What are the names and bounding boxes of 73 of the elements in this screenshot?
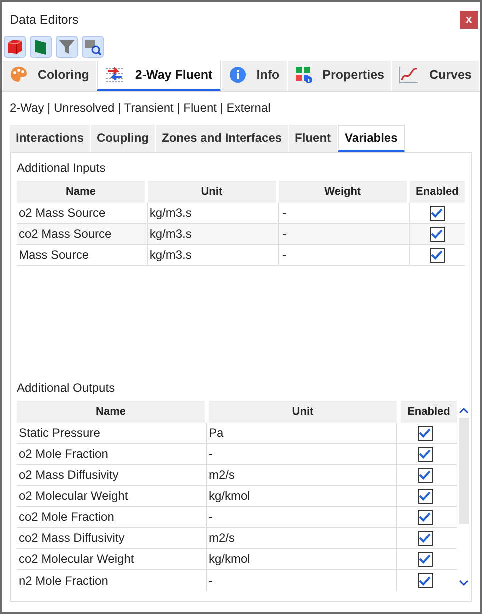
subtab[interactable]: Coupling — [91, 125, 155, 152]
table-cell: kg/m3.s — [148, 245, 279, 265]
subtab[interactable]: Variables — [338, 125, 405, 152]
subtab[interactable]: Zones and Interfaces — [156, 125, 288, 152]
column-header: Unit — [148, 181, 276, 203]
toolbar-button[interactable] — [56, 36, 78, 58]
checkbox[interactable] — [430, 206, 445, 220]
table-cell: co2 Molecular Weight — [17, 549, 207, 569]
table-cell: - — [278, 245, 410, 265]
tab[interactable]: Properties — [288, 61, 392, 91]
checkbox[interactable] — [418, 446, 432, 462]
table-cell: n2 Mole Fraction — [17, 570, 207, 591]
column-header: Name — [17, 401, 205, 423]
toolbar-button[interactable] — [30, 36, 52, 58]
tab[interactable]: Curves — [392, 61, 479, 91]
checkbox[interactable] — [418, 488, 432, 504]
table-cell: - — [278, 224, 410, 244]
table-cell: Pa — [207, 423, 397, 443]
table-cell: kg/kmol — [207, 549, 397, 569]
checkbox[interactable] — [418, 510, 432, 524]
tab[interactable]: 2-Way Fluent — [97, 61, 221, 91]
table-cell: Mass Source — [17, 245, 148, 265]
table-cell: m2/s — [207, 465, 397, 485]
exchange-icon — [105, 66, 126, 84]
table-cell: o2 Molecular Weight — [17, 486, 207, 506]
column-header: Name — [17, 181, 145, 203]
toolbar-button[interactable] — [82, 36, 104, 58]
checkbox[interactable] — [418, 426, 432, 440]
chart-icon — [399, 66, 420, 84]
summary-text: 2-Way | Unresolved | Transient | Fluent | External — [9, 100, 272, 117]
table-cell: Static Pressure — [17, 423, 207, 443]
table-cell: kg/m3.s — [148, 203, 279, 223]
table-cell: - — [207, 570, 397, 591]
table-cell: co2 Mass Source — [17, 224, 148, 244]
table-cell: kg/kmol — [207, 486, 397, 506]
subtab[interactable]: Fluent — [289, 125, 338, 152]
scrollbar-thumb[interactable] — [459, 418, 469, 524]
scroll-up-icon[interactable] — [459, 407, 469, 415]
table-cell: o2 Mass Source — [17, 203, 148, 223]
table-cell: - — [207, 444, 397, 464]
column-header: Weight — [278, 181, 407, 203]
table-cell: - — [207, 507, 397, 527]
palette-icon — [10, 66, 28, 84]
search-icon — [84, 38, 102, 56]
filter-icon — [58, 38, 76, 56]
checkbox[interactable] — [430, 248, 445, 262]
table-cell: co2 Mass Diffusivity — [17, 528, 207, 548]
table-cell: m2/s — [207, 528, 397, 548]
grid-icon — [294, 66, 313, 84]
subtab[interactable]: Interactions — [10, 125, 90, 152]
cube-icon — [6, 38, 24, 56]
section-title: Additional Outputs — [17, 380, 116, 397]
table-cell: o2 Mass Diffusivity — [17, 465, 207, 485]
info-icon — [228, 66, 247, 84]
scroll-down-icon[interactable] — [459, 579, 469, 587]
table-cell: co2 Mole Fraction — [17, 507, 207, 527]
checkbox[interactable] — [418, 530, 432, 546]
window-title: Data Editors — [10, 12, 79, 29]
table-cell: kg/m3.s — [148, 224, 279, 244]
close-button[interactable]: x — [460, 11, 478, 29]
tab[interactable]: Info — [222, 61, 287, 91]
checkbox[interactable] — [418, 573, 432, 588]
column-header: Enabled — [410, 181, 465, 203]
checkbox[interactable] — [418, 552, 432, 566]
tab[interactable]: Coloring — [3, 61, 96, 91]
checkbox[interactable] — [418, 468, 432, 482]
column-header: Enabled — [401, 401, 457, 423]
toolbar-button[interactable] — [4, 36, 26, 58]
checkbox[interactable] — [430, 226, 445, 242]
table-cell: - — [278, 203, 410, 223]
section-title: Additional Inputs — [17, 160, 106, 177]
table-cell: o2 Mole Fraction — [17, 444, 207, 464]
column-header: Unit — [209, 401, 397, 423]
